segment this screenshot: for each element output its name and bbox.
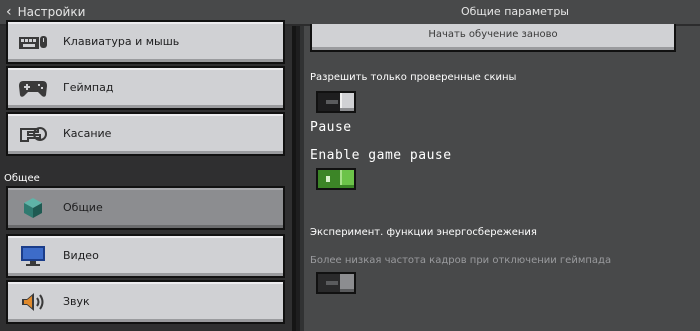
lower-framerate-toggle[interactable]: [316, 272, 356, 294]
sidebar-item-touch[interactable]: Касание: [6, 112, 285, 156]
touch-icon: [18, 122, 48, 146]
speaker-icon: [18, 290, 48, 314]
enable-game-pause-toggle[interactable]: [316, 168, 356, 190]
back-label: Настройки: [17, 5, 86, 19]
experimental-power-saving-label: Эксперимент. функции энергосбережения: [310, 227, 537, 238]
sidebar-item-label: Клавиатура и мышь: [63, 35, 180, 48]
cube-icon: [18, 196, 48, 220]
toggle-knob: [340, 170, 354, 188]
toggle-groove: [326, 100, 338, 104]
enable-game-pause-label: Enable game pause: [310, 148, 452, 163]
back-button[interactable]: ‹ Настройки: [6, 3, 85, 21]
section-label-general: Общее: [4, 173, 40, 184]
restart-tutorial-button[interactable]: Начать обучение заново: [310, 24, 676, 52]
sidebar-item-label: Видео: [63, 249, 99, 262]
verified-skins-toggle[interactable]: [316, 91, 356, 113]
page-title: Общие параметры: [460, 5, 569, 18]
sidebar-item-gamepad[interactable]: Геймпад: [6, 66, 285, 110]
sidebar-item-label: Геймпад: [63, 81, 114, 94]
toggle-knob: [340, 93, 354, 111]
verified-skins-label: Разрешить только проверенные скины: [310, 72, 517, 83]
monitor-icon: [18, 244, 48, 268]
settings-sidebar: Клавиатура и мышь Геймпад Касание Общее: [0, 20, 296, 331]
toggle-groove: [326, 176, 330, 182]
sidebar-item-label: Звук: [63, 295, 90, 308]
sidebar-item-label: Касание: [63, 127, 112, 140]
sidebar-item-video[interactable]: Видео: [6, 234, 285, 278]
keyboard-mouse-icon: [18, 30, 48, 54]
chevron-left-icon: ‹: [6, 4, 12, 20]
lower-framerate-label: Более низкая частота кадров при отключен…: [310, 255, 612, 266]
sidebar-item-general[interactable]: Общие: [6, 186, 285, 230]
settings-panel: Начать обучение заново Разрешить только …: [300, 24, 700, 331]
sidebar-item-keyboard-mouse[interactable]: Клавиатура и мышь: [6, 20, 285, 64]
toggle-knob: [340, 274, 354, 292]
toggle-groove: [326, 281, 338, 285]
pause-heading: Pause: [310, 120, 352, 135]
gamepad-icon: [18, 76, 48, 100]
sidebar-item-label: Общие: [63, 201, 103, 214]
sidebar-item-sound[interactable]: Звук: [6, 280, 285, 324]
